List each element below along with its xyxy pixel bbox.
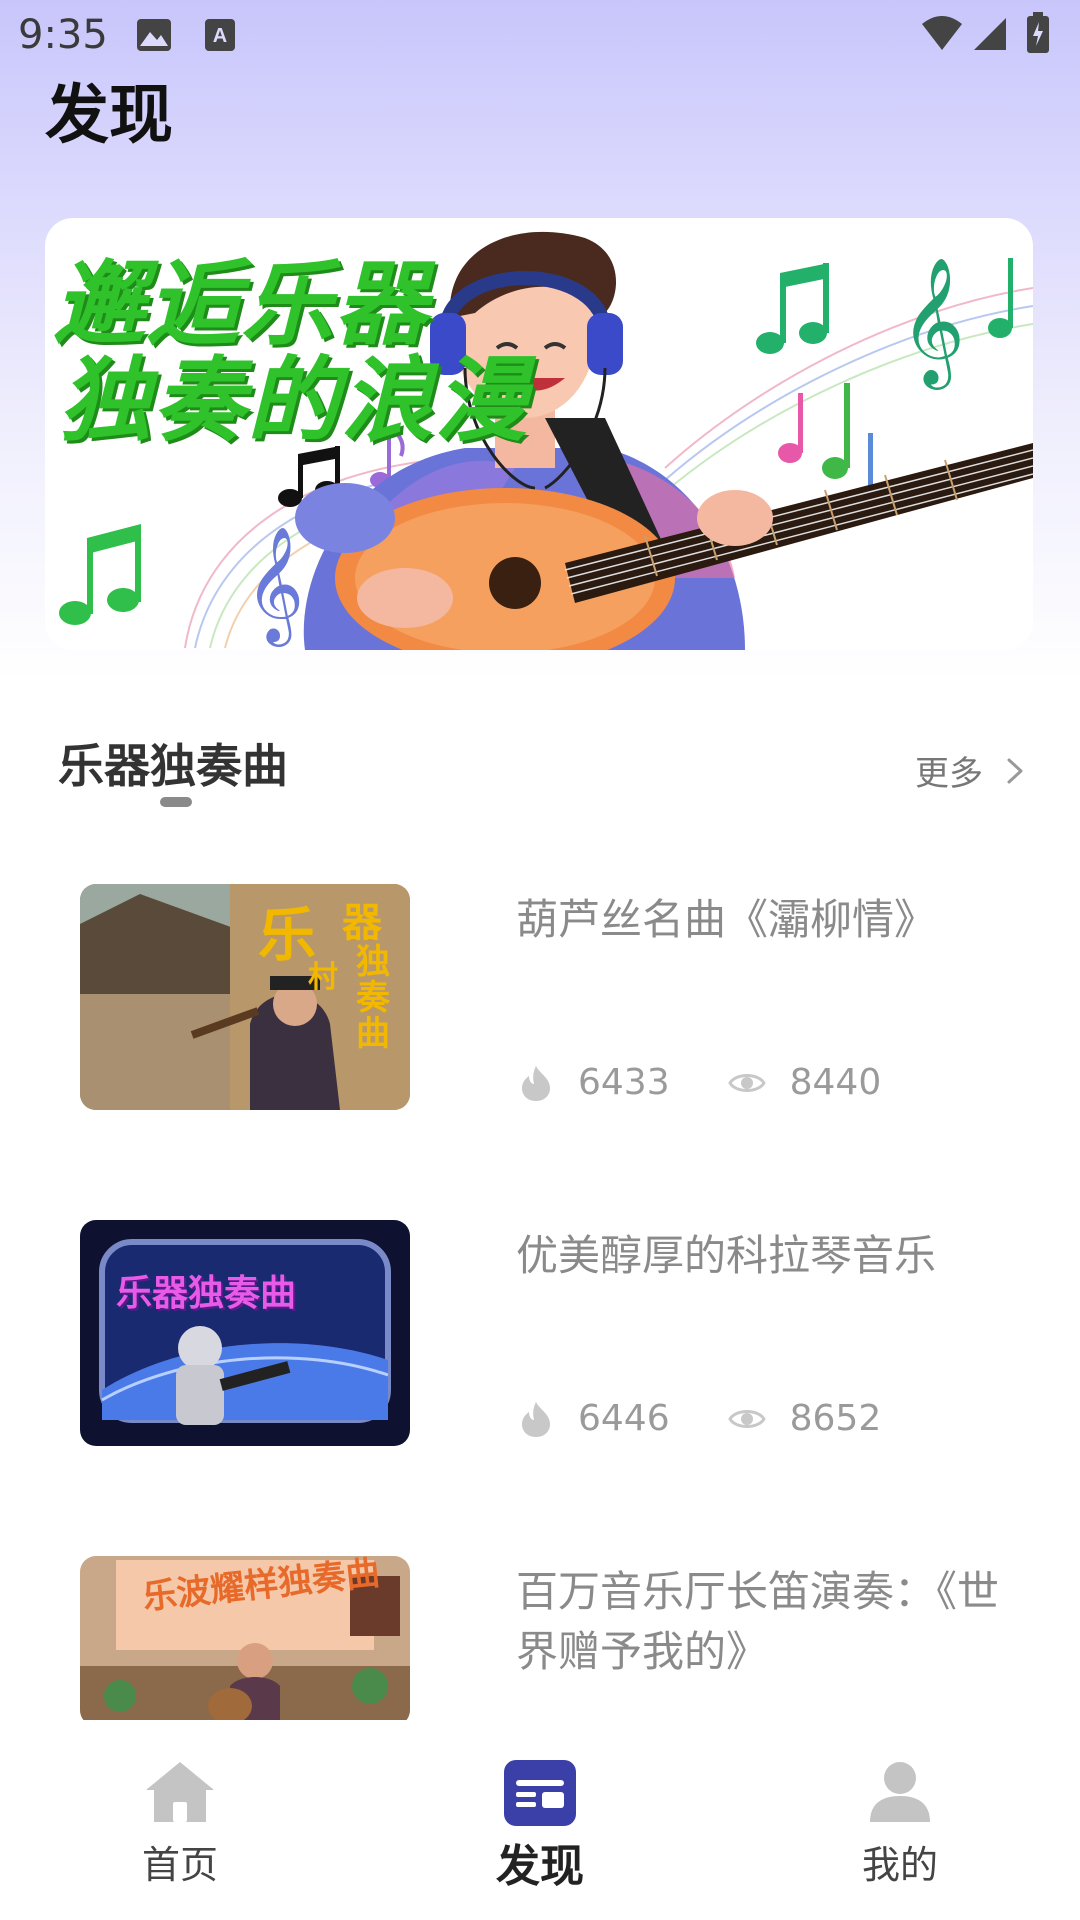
item-stats: 6446 8652 [518,1398,881,1439]
nav-label: 首页 [141,1843,218,1887]
list-item[interactable]: 乐 器 独 奏 曲 村 葫芦丝名曲《灞柳情》 6433 8440 [0,884,1080,1124]
status-bar: 9:35 A [0,0,1080,72]
nav-item-discover[interactable]: 发现 [440,1760,640,1894]
section-title: 乐器独奏曲 [58,739,288,793]
views-stat: 8652 [727,1398,882,1439]
likes-count: 6433 [578,1062,670,1103]
flame-icon [522,1065,550,1101]
views-count: 8440 [789,1062,882,1103]
item-title: 优美醇厚的科拉琴音乐 [516,1231,937,1280]
item-thumbnail: 乐波耀样独奏曲 [80,1556,410,1720]
profile-icon [870,1762,930,1822]
nav-item-profile[interactable]: 我的 [800,1760,1000,1889]
views-stat: 8440 [727,1062,882,1103]
text-notification-icon: A [205,19,235,51]
item-stats: 6433 8440 [518,1062,881,1103]
home-icon [146,1762,214,1822]
svg-text:A: A [213,25,227,47]
list-item[interactable]: 乐波耀样独奏曲 百万音乐厅长笛演奏：《世界赠予我的》 [0,1556,1080,1720]
banner-headline-line2: 独奏的浪漫 [59,347,530,454]
nav-label: 我的 [861,1843,938,1887]
more-link[interactable]: 更多 [915,746,1031,795]
thumbnail-text: 村 [308,960,338,995]
more-label: 更多 [915,754,983,794]
list-item[interactable]: 乐器独奏曲 优美醇厚的科拉琴音乐 6446 8652 [0,1220,1080,1460]
gallery-icon [137,19,171,51]
eye-icon [727,1409,766,1428]
views-count: 8652 [789,1398,882,1439]
item-thumbnail: 乐器独奏曲 [80,1220,410,1446]
svg-text:𝄞: 𝄞 [245,525,304,647]
section-indicator [160,797,192,807]
battery-icon [1027,12,1049,53]
page-title: 发现 [45,79,173,153]
nav-item-home[interactable]: 首页 [80,1760,280,1889]
item-thumbnail: 乐 器 独 奏 曲 村 [80,884,410,1110]
nav-label: 发现 [496,1841,584,1892]
chevron-right-icon [1007,758,1023,783]
item-title: 百万音乐厅长笛演奏：《世界赠予我的》 [516,1567,1000,1676]
flame-icon [522,1401,550,1437]
wifi-icon [922,16,962,50]
likes-count: 6446 [578,1398,670,1439]
eye-icon [727,1073,766,1092]
signal-icon [974,18,1006,50]
likes-stat: 6433 [518,1062,670,1103]
likes-stat: 6446 [518,1398,670,1439]
item-title: 葫芦丝名曲《灞柳情》 [516,895,937,944]
thumbnail-text: 曲 [356,1014,390,1054]
status-time: 9:35 [18,12,108,58]
promo-banner[interactable]: 𝄞 𝄞 邂逅乐器 独奏的浪漫 [45,218,1033,650]
svg-text:𝄞: 𝄞 [900,256,965,390]
bottom-navigation: 首页 发现 我的 [0,1720,1080,1920]
discover-icon [504,1760,576,1826]
thumbnail-text: 乐器独奏曲 [116,1273,297,1314]
